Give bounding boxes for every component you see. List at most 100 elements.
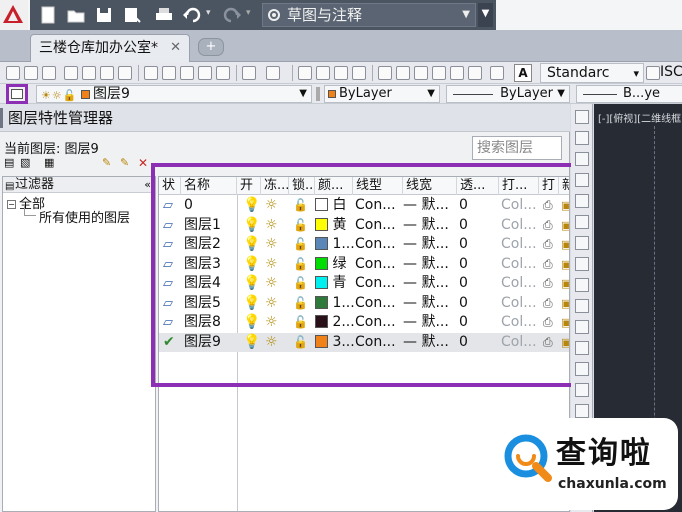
document-title: 三楼仓库加办公室* bbox=[39, 40, 158, 56]
save-as-icon[interactable] bbox=[122, 6, 142, 24]
qnew-icon[interactable] bbox=[6, 66, 20, 80]
watermark: 查询啦 chaxunla.com bbox=[492, 418, 678, 510]
chevron-down-icon: ▼ bbox=[299, 88, 307, 99]
delete-layer-icon[interactable]: ✕ bbox=[138, 156, 148, 170]
workspace-switcher[interactable]: 草图与注释 ▼ bbox=[262, 3, 476, 27]
undo-icon[interactable] bbox=[182, 6, 202, 24]
redo-small-icon[interactable] bbox=[266, 66, 280, 80]
collapse-toggle-icon[interactable]: − bbox=[7, 200, 16, 209]
chevron-down-icon: ▾ bbox=[633, 67, 639, 80]
layer-states-icon[interactable]: ▦ bbox=[44, 156, 54, 169]
circle-icon[interactable] bbox=[575, 236, 589, 250]
lineweight-preview bbox=[583, 94, 617, 95]
chevron-down-icon: ▼ bbox=[557, 88, 565, 99]
filter-tree: ▤ 过滤器 « − 全部 所有使用的图层 bbox=[2, 176, 156, 512]
customize-toolbar-button[interactable]: ▼ bbox=[478, 3, 493, 27]
block-editor-icon[interactable] bbox=[216, 66, 230, 80]
sheet-set-icon[interactable] bbox=[432, 66, 446, 80]
quick-access-toolbar: ▾ ▾ 草图与注释 ▼ ▼ bbox=[0, 0, 682, 30]
tab-document[interactable]: 三楼仓库加办公室* ✕ bbox=[30, 34, 190, 62]
arc-icon[interactable] bbox=[575, 215, 589, 229]
tree-node-used-layers[interactable]: 所有使用的图层 bbox=[39, 207, 130, 226]
make-block-icon[interactable] bbox=[575, 362, 589, 376]
app-menu-button[interactable] bbox=[0, 0, 28, 30]
ellipse-arc-icon[interactable] bbox=[575, 320, 589, 334]
separator bbox=[292, 65, 293, 81]
cut-icon[interactable] bbox=[144, 66, 158, 80]
spline-icon[interactable] bbox=[575, 278, 589, 292]
save-icon[interactable] bbox=[94, 6, 114, 24]
print-preview-icon[interactable] bbox=[82, 66, 96, 80]
3d-dwf-icon[interactable] bbox=[118, 66, 132, 80]
redo-icon[interactable] bbox=[222, 6, 242, 24]
viewport-controls[interactable]: [-][俯视][二维线框] bbox=[598, 110, 682, 125]
linetype-dropdown[interactable]: ByLayer ▼ bbox=[446, 85, 570, 103]
zoom-window-icon[interactable] bbox=[334, 66, 348, 80]
palette-title-bar[interactable]: 图层特性管理器 bbox=[0, 104, 570, 132]
new-icon[interactable] bbox=[38, 6, 58, 24]
polygon-icon[interactable] bbox=[575, 173, 589, 187]
new-tab-button[interactable]: + bbox=[198, 38, 224, 56]
filter-icon: ▤ bbox=[5, 181, 15, 192]
help-icon[interactable] bbox=[490, 66, 504, 80]
construction-line-icon[interactable] bbox=[575, 131, 589, 145]
palette-grip[interactable] bbox=[0, 108, 3, 128]
layer-dropdown[interactable]: ☀☼🔓 图层9 ▼ bbox=[36, 85, 312, 103]
text-style-icon[interactable]: A bbox=[514, 64, 532, 82]
copy-icon[interactable] bbox=[162, 66, 176, 80]
text-style-dropdown[interactable]: Standarc ▾ bbox=[540, 63, 644, 83]
layer-search-input[interactable]: 搜索图层 bbox=[472, 136, 562, 160]
tool-palettes-icon[interactable] bbox=[414, 66, 428, 80]
publish-icon[interactable] bbox=[100, 66, 114, 80]
properties-icon[interactable] bbox=[378, 66, 392, 80]
autocad-logo-icon bbox=[3, 5, 23, 23]
layer-dropdown-value: 图层9 bbox=[93, 86, 130, 102]
tree-connector bbox=[24, 215, 36, 216]
chevron-down-icon: ▼ bbox=[462, 9, 470, 20]
close-icon[interactable]: ✕ bbox=[170, 35, 181, 61]
dim-style-dropdown[interactable]: ISC bbox=[660, 63, 682, 83]
filter-tree-header: ▤ 过滤器 « bbox=[3, 177, 155, 193]
insert-block-icon[interactable] bbox=[575, 341, 589, 355]
undo-dropdown-icon[interactable]: ▾ bbox=[206, 8, 211, 18]
open-icon[interactable] bbox=[66, 6, 86, 24]
linetype-preview bbox=[453, 94, 493, 95]
print-icon[interactable] bbox=[64, 66, 78, 80]
layer-properties-manager-button[interactable] bbox=[6, 84, 28, 104]
rectangle-icon[interactable] bbox=[575, 194, 589, 208]
line-icon[interactable] bbox=[575, 110, 589, 124]
markup-icon[interactable] bbox=[450, 66, 464, 80]
separator bbox=[316, 87, 320, 101]
redo-dropdown-icon[interactable]: ▾ bbox=[246, 8, 251, 18]
calculator-icon[interactable] bbox=[468, 66, 482, 80]
standard-toolbar: A Standarc ▾ ISC bbox=[0, 62, 682, 84]
open-file-icon[interactable] bbox=[24, 66, 38, 80]
collapse-icon[interactable]: « bbox=[144, 177, 151, 192]
new-layer-vp-frozen-icon[interactable]: ✎ bbox=[120, 156, 129, 169]
ellipse-icon[interactable] bbox=[575, 299, 589, 313]
point-icon[interactable] bbox=[575, 383, 589, 397]
color-dropdown[interactable]: ByLayer ▼ bbox=[324, 85, 440, 103]
match-properties-icon[interactable] bbox=[198, 66, 212, 80]
design-center-icon[interactable] bbox=[396, 66, 410, 80]
plot-icon[interactable] bbox=[154, 6, 174, 24]
undo-small-icon[interactable] bbox=[242, 66, 256, 80]
zoom-realtime-icon[interactable] bbox=[316, 66, 330, 80]
polyline-icon[interactable] bbox=[575, 152, 589, 166]
layers-toolbar: ☀☼🔓 图层9 ▼ ByLayer ▼ ByLayer ▼ B...ye bbox=[0, 84, 682, 104]
hatch-icon[interactable] bbox=[575, 404, 589, 418]
revcloud-icon[interactable] bbox=[575, 257, 589, 271]
lineweight-dropdown[interactable]: B...ye bbox=[576, 85, 682, 103]
new-group-filter-icon[interactable]: ▧ bbox=[20, 156, 30, 169]
layer-state-icons: ☀☼🔓 bbox=[41, 89, 78, 102]
save-file-icon[interactable] bbox=[42, 66, 56, 80]
new-layer-icon[interactable]: ✎ bbox=[102, 156, 111, 169]
linetype-value: ByLayer bbox=[500, 86, 553, 101]
dim-style-icon[interactable] bbox=[646, 66, 660, 80]
new-property-filter-icon[interactable]: ▤ bbox=[4, 156, 14, 169]
paste-icon[interactable] bbox=[180, 66, 194, 80]
pan-icon[interactable] bbox=[298, 66, 312, 80]
watermark-brand: 查询啦 bbox=[556, 436, 652, 471]
zoom-previous-icon[interactable] bbox=[352, 66, 366, 80]
watermark-url: chaxunla.com bbox=[558, 476, 667, 492]
